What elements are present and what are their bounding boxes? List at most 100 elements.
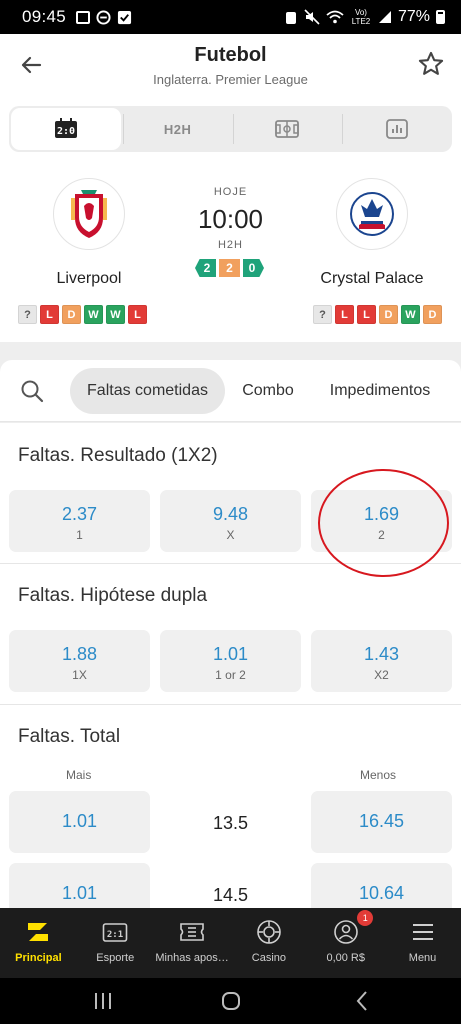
tab-stats[interactable] — [342, 106, 452, 152]
form-result: ? — [18, 305, 37, 324]
form-result: W — [401, 305, 420, 324]
market-title: Faltas. Hipótese dupla — [18, 585, 208, 606]
battery-level: 77% — [397, 8, 430, 25]
match-day: HOJE — [213, 186, 248, 198]
away-team-name[interactable]: Crystal Palace — [292, 270, 452, 288]
odd-label: X — [226, 528, 235, 542]
liverpool-crest-icon — [71, 190, 107, 238]
odd-value: 1.01 — [212, 644, 249, 664]
odd-button-1[interactable]: 2.37 1 — [9, 490, 150, 552]
chip-icon — [255, 918, 283, 946]
away-team-logo[interactable] — [336, 178, 408, 250]
home-team-logo[interactable] — [53, 178, 125, 250]
odd-value: 1.01 — [61, 883, 98, 903]
market-total: Faltas. Total Mais Menos 1.01 13.5 16.45… — [0, 705, 461, 925]
form-result: L — [357, 305, 376, 324]
recent-apps-icon[interactable] — [90, 988, 116, 1014]
nav-label: Casino — [251, 952, 287, 964]
tab-field[interactable] — [232, 106, 343, 152]
form-result: ? — [313, 305, 332, 324]
tab-scoreboard-text: 2:0 — [57, 126, 75, 137]
wifi-icon — [326, 10, 344, 24]
nav-menu[interactable]: Menu — [384, 908, 461, 978]
form-result: L — [40, 305, 59, 324]
check-square-icon — [117, 10, 132, 24]
odd-button-1x[interactable]: 1.88 1X — [9, 630, 150, 692]
odd-button-1or2[interactable]: 1.01 1 or 2 — [160, 630, 301, 692]
nav-casino[interactable]: Casino — [230, 908, 307, 978]
under-header: Menos — [360, 768, 397, 782]
status-time: 09:45 — [22, 7, 67, 26]
scoreboard-icon: 2:0 — [54, 118, 77, 138]
minus-circle-icon — [96, 9, 111, 25]
form-result: W — [84, 305, 103, 324]
away-team-form: ? L L D W D — [313, 305, 442, 324]
hamburger-icon — [409, 918, 437, 946]
odd-label: X2 — [374, 668, 389, 682]
gallery-icon — [76, 10, 91, 24]
h2h-draws: 2 — [219, 259, 240, 277]
market-title: Faltas. Total — [18, 726, 121, 747]
total-line: 13.5 — [212, 813, 249, 833]
home-button-icon[interactable] — [218, 988, 244, 1014]
match-card: 2:0 H2H HOJE 10:00 H2H 2 2 0 Liverpool C… — [0, 102, 461, 342]
odd-value: 9.48 — [212, 504, 249, 524]
system-navigation-bar — [0, 978, 461, 1024]
tab-h2h-label: H2H — [163, 121, 192, 137]
tab-scoreboard[interactable]: 2:0 — [11, 108, 121, 150]
nav-esporte[interactable]: 2:1 Esporte — [77, 908, 154, 978]
home-team-form: ? L D W W L — [18, 305, 147, 324]
scoreboard-icon: 2:1 — [101, 918, 129, 946]
nav-principal[interactable]: Principal — [0, 908, 77, 978]
mute-icon — [304, 9, 320, 25]
chip-offsides[interactable]: Impedimentos — [318, 368, 442, 414]
over-header: Mais — [66, 768, 92, 782]
odd-button-x2[interactable]: 1.43 X2 — [311, 630, 452, 692]
odd-label: 1X — [72, 668, 87, 682]
h2h-label: H2H — [217, 239, 243, 251]
notification-badge: 1 — [357, 910, 374, 926]
search-icon[interactable] — [18, 377, 46, 405]
odd-value: 2.37 — [61, 504, 98, 524]
odd-button-x[interactable]: 9.48 X — [160, 490, 301, 552]
match-tabs: 2:0 H2H — [9, 106, 452, 152]
highlight-annotation-circle — [318, 469, 449, 577]
back-button-icon[interactable] — [350, 988, 376, 1014]
tab-h2h[interactable]: H2H — [122, 106, 233, 152]
network-label: Vo) LTE2 — [351, 8, 371, 26]
chip-combo[interactable]: Combo — [232, 368, 304, 414]
stats-icon — [386, 119, 409, 139]
alarm-icon — [285, 12, 296, 24]
market-title: Faltas. Resultado (1X2) — [18, 445, 218, 466]
nav-label: Principal — [15, 952, 62, 964]
battery-icon — [436, 10, 445, 24]
market-filter-bar: Faltas cometidas Combo Impedimentos — [0, 360, 461, 422]
form-result: D — [423, 305, 442, 324]
odd-label: 1 — [76, 528, 83, 542]
odd-value: 1.88 — [61, 644, 98, 664]
page-title: Futebol — [194, 44, 267, 66]
app-header: Futebol Inglaterra. Premier League — [0, 34, 461, 102]
odd-button-over[interactable]: 1.01 — [9, 791, 150, 853]
form-result: D — [62, 305, 81, 324]
nav-account[interactable]: 1 0,00 R$ — [307, 908, 384, 978]
home-team-name[interactable]: Liverpool — [9, 270, 169, 288]
h2h-losses: 0 — [243, 259, 264, 277]
market-double-chance: Faltas. Hipótese dupla 1.88 1X 1.01 1 or… — [0, 564, 461, 704]
odd-button-under[interactable]: 16.45 — [311, 791, 452, 853]
bottom-navigation: Principal 2:1 Esporte Minhas apos… Casin… — [0, 908, 461, 978]
nav-label: 0,00 R$ — [326, 952, 365, 964]
status-bar: 09:45 Vo) LTE2 77% — [0, 0, 461, 34]
odd-value: 1.43 — [363, 644, 400, 664]
odd-value: 1.01 — [61, 811, 98, 831]
favorite-star-icon[interactable] — [417, 50, 445, 78]
form-result: L — [128, 305, 147, 324]
signal-icon — [378, 11, 391, 23]
account-icon — [332, 918, 360, 946]
nav-my-bets[interactable]: Minhas apos… — [154, 908, 231, 978]
kickoff-time: 10:00 — [197, 204, 264, 234]
chip-fouls-committed[interactable]: Faltas cometidas — [70, 368, 225, 414]
home-logo-icon — [24, 918, 52, 946]
nav-label: Minhas apos… — [155, 952, 229, 964]
odd-label: 1 or 2 — [215, 668, 246, 682]
